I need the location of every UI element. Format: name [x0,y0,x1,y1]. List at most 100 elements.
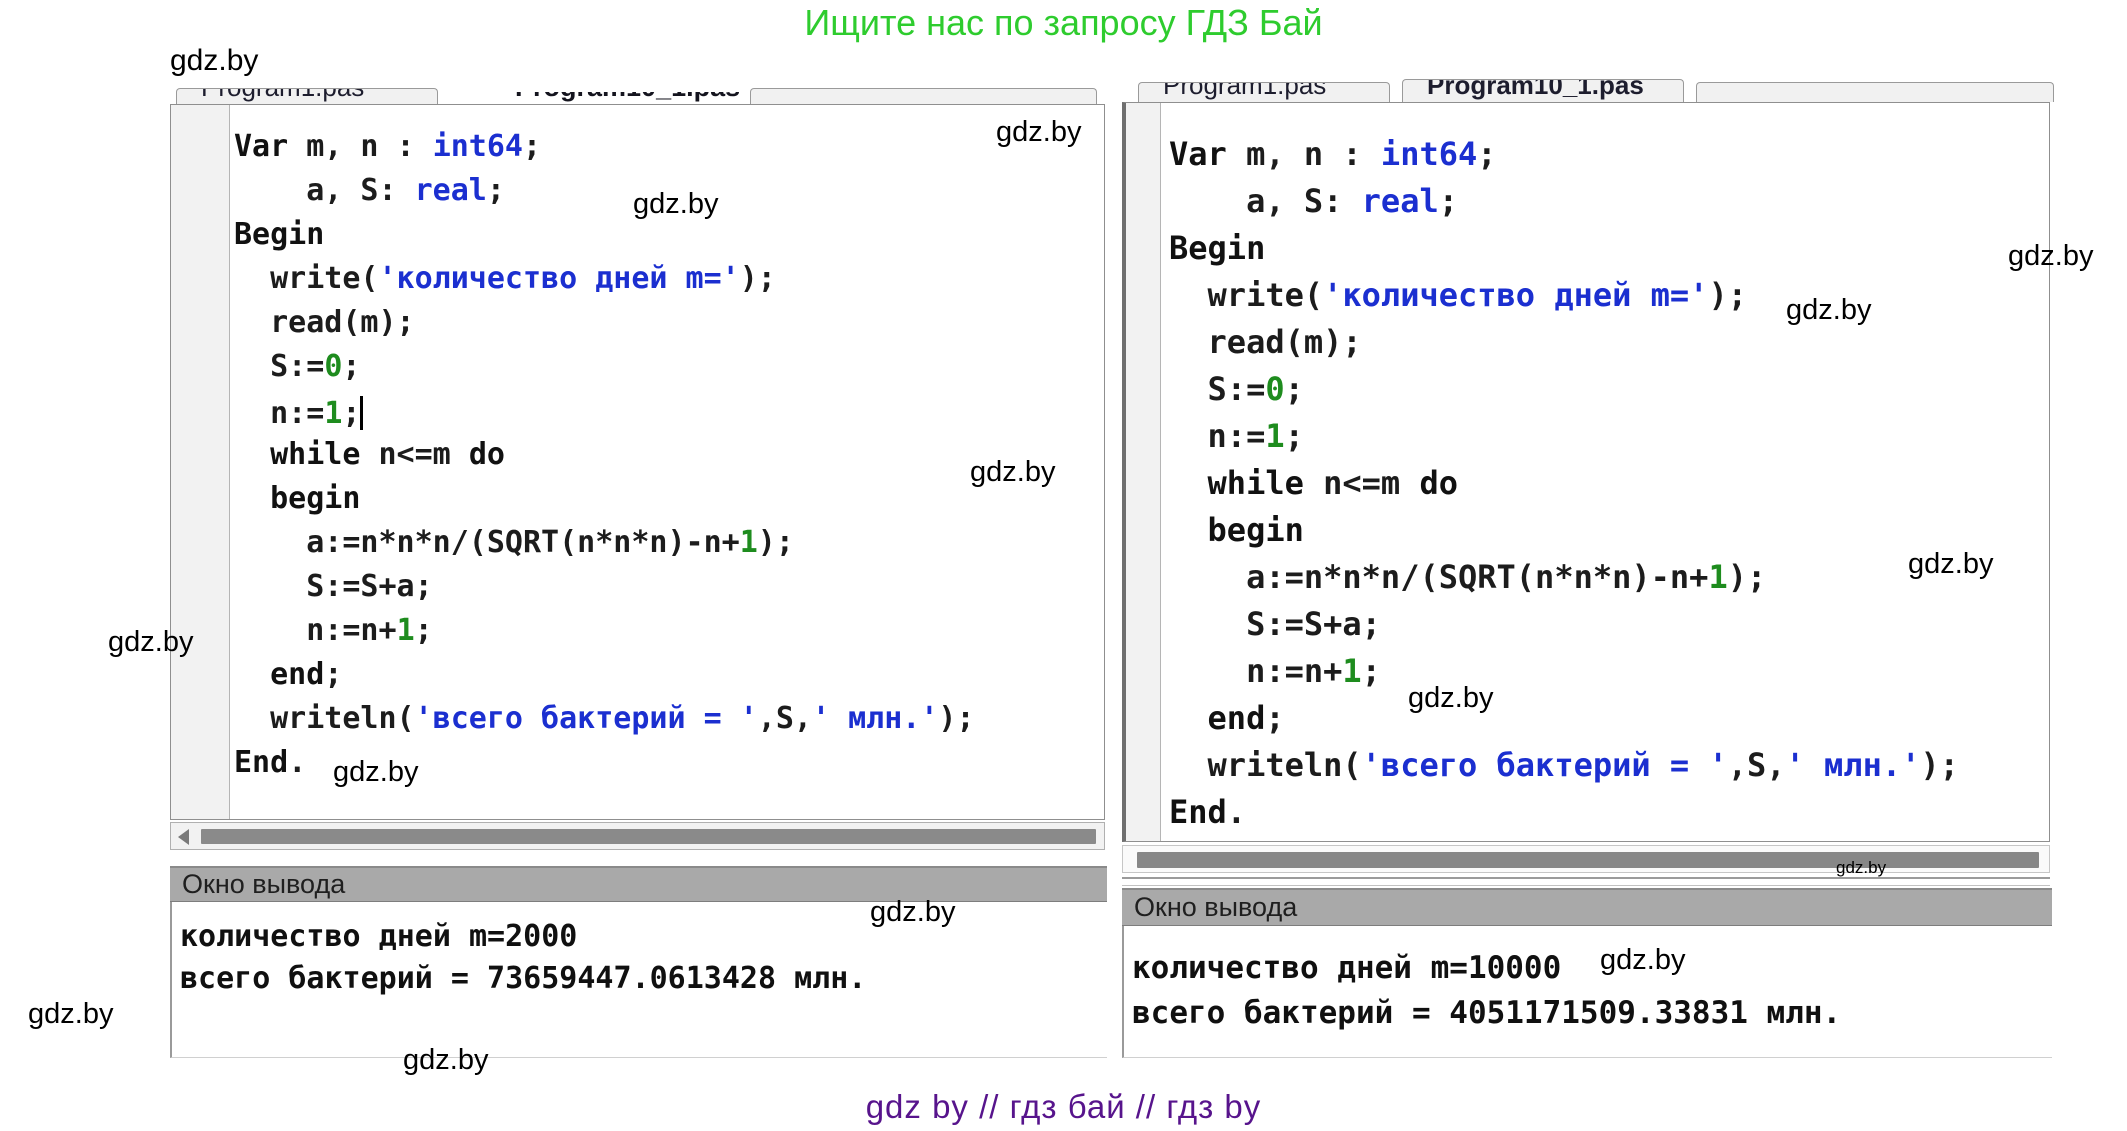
code-line: a:=n*n*n/(SQRT(n*n*n)-n+1); [234,521,1104,565]
left-output-title: Окно вывода [182,869,345,900]
right-output-header: Окно вывода [1122,888,2052,926]
code-text: ; [342,396,360,431]
editor-tab[interactable]: Program10_1.pas [515,92,745,104]
gdzby-watermark: gdz.by [1786,294,1871,327]
code-number: 1 [324,396,342,431]
scroll-left-arrow-icon[interactable] [178,829,189,845]
code-text: ; [1362,652,1381,690]
code-text: n:=n+ [1169,652,1342,690]
code-text: ); [1728,558,1767,596]
gdzby-watermark: gdz.by [170,44,258,78]
code-keyword: end [1208,699,1266,737]
code-text: ; [324,657,342,692]
code-text: write( [1169,276,1323,314]
editor-tab-empty[interactable] [1696,82,2054,102]
code-text: ); [758,525,794,560]
code-blue-token: real [1362,182,1439,220]
code-line: end; [234,653,1104,697]
code-keyword: Begin [1169,229,1265,267]
editor-tab-label: Program1.pas [1163,82,1326,101]
page: Ищите нас по запросу ГДЗ Бай Program1.pa… [0,0,2127,1131]
code-text: ; [1285,370,1304,408]
code-keyword: Var [1169,135,1227,173]
code-text [1169,464,1208,502]
right-horizontal-scrollbar[interactable] [1122,845,2050,873]
text-cursor [360,396,363,430]
code-text: ); [1920,746,1959,784]
code-keyword: Begin [234,217,324,252]
editor-tab[interactable]: Program1.pas [176,88,438,104]
code-text: S:=S+a; [234,569,433,604]
gdzby-watermark: gdz.by [1908,548,1993,581]
code-text: ; [1285,417,1304,455]
code-blue-token: int64 [433,129,523,164]
code-number: 1 [397,613,415,648]
right-code-area[interactable]: Var m, n : int64; a, S: real;Begin write… [1161,103,2049,841]
code-line: S:=0; [1169,366,2049,413]
code-line: end; [1169,695,2049,742]
code-text: ); [740,261,776,296]
code-text: ,S, [1728,746,1786,784]
right-code-editor[interactable]: Var m, n : int64; a, S: real;Begin write… [1122,102,2050,842]
code-keyword: begin [270,481,360,516]
code-text: a:=n*n*n/(SQRT(n*n*n)-n+ [1169,558,1708,596]
left-tab-strip: Program1.pas Program10_1.pas [170,84,1110,104]
gdzby-watermark: gdz.by [970,456,1055,489]
code-text: m, n : [1227,135,1381,173]
editor-tab[interactable]: Program10_1.pas [1402,79,1684,102]
code-text: a, S: [234,173,415,208]
gdzby-watermark: gdz.by [2008,240,2093,273]
code-number: 1 [1342,652,1361,690]
code-text: n:= [234,396,324,431]
code-line: Var m, n : int64; [1169,131,2049,178]
right-scrollbar-thumb[interactable] [1137,852,2039,868]
code-text [234,657,270,692]
code-number: 1 [1265,417,1284,455]
gdzby-watermark: gdz.by [633,188,718,221]
code-keyword: End [1169,793,1227,831]
code-keyword: do [469,437,505,472]
code-text: ); [1708,276,1747,314]
code-blue-token: 'всего бактерий = ' [1362,746,1728,784]
code-text: ; [1477,135,1496,173]
gdzby-watermark: gdz.by [333,756,418,789]
gdzby-watermark: gdz.by [403,1044,488,1077]
code-blue-token: ' млн.' [812,701,938,736]
code-number: 0 [324,349,342,384]
right-tab-strip: Program1.pas Program10_1.pas [1122,76,2052,102]
code-line: begin [1169,507,2049,554]
left-output-area: количество дней m=2000всего бактерий = 7… [170,902,1107,1058]
left-horizontal-scrollbar[interactable] [170,822,1105,850]
code-blue-token: 'количество дней m=' [379,261,740,296]
code-line: S:=S+a; [234,565,1104,609]
code-text: S:= [234,349,324,384]
left-scrollbar-thumb[interactable] [201,829,1096,844]
gdzby-watermark: gdz.by [1836,858,1886,878]
code-line: S:=S+a; [1169,601,2049,648]
code-keyword: End [234,745,288,780]
code-line: End. [1169,789,2049,836]
code-keyword: while [1208,464,1304,502]
code-text: ; [415,613,433,648]
editor-tab-empty[interactable] [750,88,1097,104]
code-keyword: begin [1208,511,1304,549]
code-line: S:=0; [234,345,1104,389]
code-text: a:=n*n*n/(SQRT(n*n*n)-n+ [234,525,740,560]
code-text: S:=S+a; [1169,605,1381,643]
right-editor-gutter [1126,103,1161,841]
left-output-header: Окно вывода [170,866,1107,902]
code-line: Begin [1169,225,2049,272]
gdzby-watermark: gdz.by [996,116,1081,149]
code-text [234,481,270,516]
code-text: ); [938,701,974,736]
editor-tab[interactable]: Program1.pas [1138,82,1390,102]
code-text: read(m); [1169,323,1362,361]
code-text: n:=n+ [234,613,397,648]
code-line: read(m); [1169,319,2049,366]
gdzby-watermark: gdz.by [870,896,955,929]
code-text: m, n : [288,129,433,164]
editor-tab-label: Program10_1.pas [515,92,740,103]
code-number: 1 [1708,558,1727,596]
right-window-separator [1122,877,2050,886]
top-promo-text: Ищите нас по запросу ГДЗ Бай [0,2,2127,44]
